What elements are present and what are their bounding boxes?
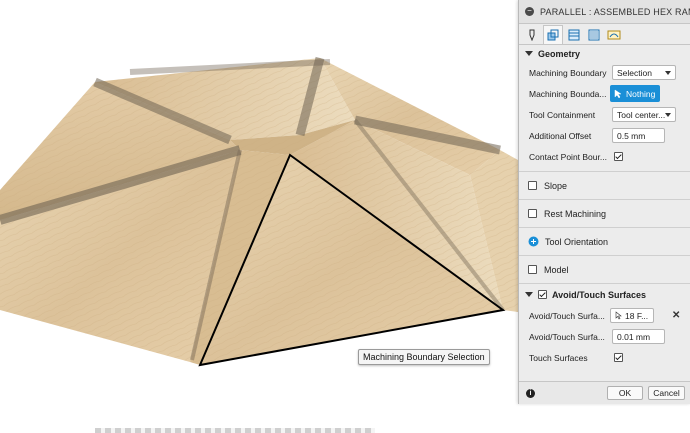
touch-surfaces-label: Touch Surfaces [529, 352, 588, 363]
geometry-section-header[interactable]: Geometry [519, 45, 690, 62]
tab-bar [519, 24, 690, 45]
tab-geometry[interactable] [543, 25, 563, 44]
slope-section[interactable]: Slope [519, 172, 690, 199]
tab-heights[interactable] [565, 26, 583, 44]
ok-button[interactable]: OK [607, 386, 643, 400]
boundary-selection-button[interactable]: Nothing [610, 85, 660, 102]
model-section[interactable]: Model [519, 256, 690, 283]
additional-offset-label: Additional Offset [529, 130, 592, 141]
model-label: Model [544, 264, 569, 275]
contact-point-row: Contact Point Bour... [519, 146, 690, 167]
tab-linking[interactable] [605, 26, 623, 44]
boundary-selection-value: Nothing [626, 88, 656, 99]
panel-titlebar: − PARALLEL : ASSEMBLED HEX RAMP FINISH [519, 0, 690, 24]
minimize-icon[interactable]: − [525, 7, 534, 16]
geometry-section-title: Geometry [538, 48, 581, 59]
wood-grain [0, 58, 518, 365]
bottom-toolbar-strip [95, 428, 375, 433]
parallel-operation-panel: − PARALLEL : ASSEMBLED HEX RAMP FINISH G… [518, 0, 690, 404]
avoid-surfaces-selection[interactable]: 18 F... [610, 308, 654, 323]
avoid-surfaces-row: Avoid/Touch Surfa... 18 F... ✕ [519, 305, 690, 326]
tool-containment-label: Tool Containment [529, 109, 596, 120]
heights-icon [568, 29, 580, 41]
boundary-selection-label: Machining Bounda... [529, 88, 607, 99]
additional-offset-input[interactable]: 0.5 mm [612, 128, 665, 143]
contact-point-label: Contact Point Bour... [529, 151, 607, 162]
tool-containment-select[interactable]: Tool center... [612, 107, 676, 122]
avoid-touch-section-header[interactable]: Avoid/Touch Surfaces [519, 284, 690, 305]
avoid-clearance-row: Avoid/Touch Surfa... 0.01 mm [519, 326, 690, 347]
avoid-surfaces-label: Avoid/Touch Surfa... [529, 310, 605, 321]
panel-footer: i OK Cancel [519, 381, 690, 404]
avoid-touch-checkbox[interactable] [538, 290, 547, 299]
slope-label: Slope [544, 180, 568, 191]
avoid-touch-title: Avoid/Touch Surfaces [552, 289, 647, 300]
cursor-arrow-icon [615, 311, 622, 320]
tool-containment-row: Tool Containment Tool center... [519, 104, 690, 125]
collapse-triangle-icon [525, 51, 533, 56]
tab-passes[interactable] [585, 26, 603, 44]
rest-machining-label: Rest Machining [544, 208, 607, 219]
touch-surfaces-checkbox[interactable] [614, 353, 623, 362]
clear-selection-icon[interactable]: ✕ [672, 310, 680, 321]
additional-offset-row: Additional Offset 0.5 mm [519, 125, 690, 146]
tooltip: Machining Boundary Selection [358, 349, 490, 365]
contact-point-checkbox[interactable] [614, 152, 623, 161]
machining-boundary-value: Selection [617, 67, 652, 78]
passes-icon [588, 29, 600, 41]
rest-machining-checkbox[interactable] [528, 209, 537, 218]
model-viewport[interactable]: Machining Boundary Selection [0, 0, 518, 433]
machining-boundary-row: Machining Boundary Selection [519, 62, 690, 83]
additional-offset-value: 0.5 mm [617, 130, 646, 141]
cursor-arrow-icon [614, 89, 622, 98]
tool-icon [529, 29, 535, 41]
collapse-triangle-icon [525, 292, 533, 297]
linking-icon [607, 30, 621, 40]
avoid-clearance-input[interactable]: 0.01 mm [612, 329, 665, 344]
machining-boundary-select[interactable]: Selection [612, 65, 676, 80]
boundary-selection-row: Machining Bounda... Nothing [519, 83, 690, 104]
panel-title: PARALLEL : ASSEMBLED HEX RAMP FINISH [540, 6, 690, 17]
cancel-button[interactable]: Cancel [648, 386, 685, 400]
geometry-icon [547, 29, 559, 41]
hex-ramp-model[interactable] [0, 0, 518, 433]
info-icon[interactable]: i [526, 388, 535, 398]
touch-surfaces-row: Touch Surfaces [519, 347, 690, 368]
tool-orientation-icon [528, 236, 539, 247]
avoid-clearance-label: Avoid/Touch Surfa... [529, 331, 605, 342]
tool-orientation-section[interactable]: Tool Orientation [519, 228, 690, 255]
tab-tool[interactable] [523, 26, 541, 44]
slope-checkbox[interactable] [528, 181, 537, 190]
model-checkbox[interactable] [528, 265, 537, 274]
avoid-surfaces-value: 18 F... [625, 310, 649, 321]
rest-machining-section[interactable]: Rest Machining [519, 200, 690, 227]
avoid-clearance-value: 0.01 mm [617, 331, 651, 342]
chevron-down-icon [665, 71, 671, 75]
tool-orientation-label: Tool Orientation [545, 236, 609, 247]
tool-containment-value: Tool center... [617, 109, 666, 120]
machining-boundary-label: Machining Boundary [529, 67, 607, 78]
chevron-down-icon [665, 113, 671, 117]
